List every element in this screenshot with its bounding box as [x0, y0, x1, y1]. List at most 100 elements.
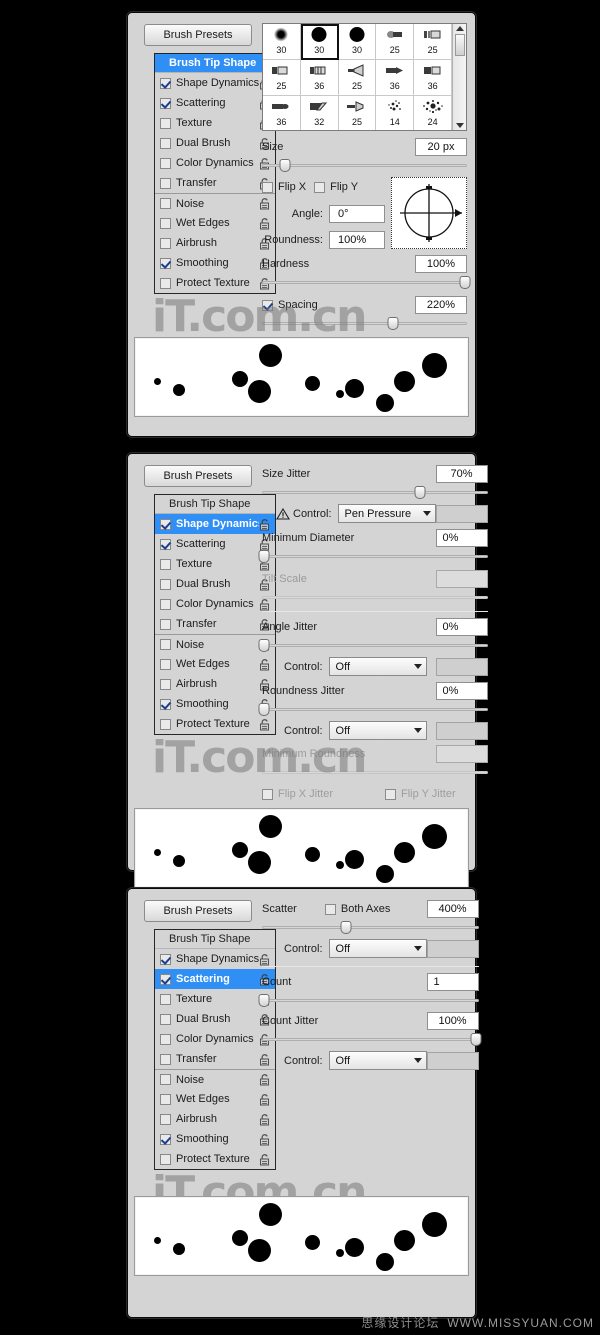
checkbox[interactable] [160, 1013, 171, 1025]
checkbox[interactable] [160, 953, 171, 965]
sidebar-item-protect-texture[interactable]: Protect Texture [155, 1149, 275, 1169]
scroll-down-arrow-icon[interactable] [455, 123, 464, 128]
spacing-slider-knob[interactable] [387, 317, 399, 330]
brush-presets-button[interactable]: Brush Presets [144, 24, 252, 46]
brush-tip-round-blunt-brush-icon[interactable]: 36 [263, 96, 301, 130]
minimum-diameter-value[interactable]: 0% [435, 529, 488, 547]
lock-icon[interactable] [259, 1073, 271, 1086]
brush-tip-flat-angle-brush-icon[interactable]: 25 [263, 60, 301, 96]
brush-presets-button[interactable]: Brush Presets [144, 465, 252, 487]
size-jitter-slider-knob[interactable] [414, 486, 426, 499]
brush-tip-fan-small-brush-icon[interactable]: 25 [339, 96, 377, 130]
roundness-jitter-control-dropdown[interactable]: Off [328, 721, 427, 740]
checkbox[interactable] [160, 1053, 171, 1065]
checkbox[interactable] [160, 678, 171, 690]
roundness-jitter-value[interactable]: 0% [435, 682, 488, 700]
checkbox[interactable] [160, 217, 171, 229]
scatter-value[interactable]: 400% [426, 900, 479, 918]
checkbox[interactable] [160, 97, 171, 109]
brush-tip-bristle-angle-brush-icon[interactable]: 36 [300, 60, 339, 96]
hardness-slider-knob[interactable] [459, 276, 471, 289]
lock-icon[interactable] [259, 1113, 271, 1126]
count-jitter-control-aux[interactable] [426, 1051, 479, 1070]
angle-roundness-dial[interactable] [391, 177, 467, 249]
flip-y-checkbox[interactable] [314, 181, 326, 193]
size-jitter-value[interactable]: 70% [435, 465, 488, 483]
lock-icon[interactable] [259, 1073, 271, 1086]
checkbox[interactable] [160, 1153, 171, 1165]
brush-tip-flat-chisel-brush-icon[interactable]: 32 [301, 96, 339, 130]
checkbox[interactable] [160, 558, 171, 570]
scroll-up-arrow-icon[interactable] [455, 26, 464, 31]
scatter-slider-knob[interactable] [340, 921, 352, 934]
brush-tip-spatter-brush-icon[interactable]: 14 [376, 96, 415, 130]
spacing-checkbox[interactable] [262, 299, 273, 311]
size-value[interactable]: 20 px [415, 138, 467, 156]
angle-jitter-slider[interactable] [258, 639, 488, 652]
spacing-value[interactable]: 220% [415, 296, 467, 314]
brush-tip-fan-brush-icon[interactable]: 25 [338, 60, 377, 96]
checkbox[interactable] [160, 277, 171, 289]
lock-icon[interactable] [259, 1133, 271, 1146]
sidebar-item-smoothing[interactable]: Smoothing [155, 1129, 275, 1149]
angle-jitter-slider-knob[interactable] [258, 639, 270, 652]
checkbox[interactable] [160, 117, 171, 129]
count-jitter-slider[interactable] [262, 1033, 482, 1046]
checkbox[interactable] [160, 77, 171, 89]
brush-tip-flat-blunt-brush-icon[interactable]: 36 [414, 60, 452, 96]
size-jitter-control-aux[interactable] [435, 504, 488, 523]
checkbox[interactable] [160, 157, 171, 169]
brush-tip-scrollbar[interactable] [452, 24, 466, 130]
hardness-value[interactable]: 100% [415, 255, 467, 273]
checkbox[interactable] [160, 578, 171, 590]
lock-icon[interactable] [259, 1153, 271, 1166]
count-jitter-value[interactable]: 100% [426, 1012, 479, 1030]
size-jitter-control-dropdown[interactable]: Pen Pressure [337, 504, 436, 523]
flip-y-jitter-checkbox[interactable] [385, 788, 397, 800]
brush-tip-hard-round-brush-icon[interactable]: 30 [300, 24, 339, 60]
size-slider[interactable] [262, 159, 467, 172]
count-slider[interactable] [258, 994, 479, 1007]
brush-presets-button[interactable]: Brush Presets [144, 900, 252, 922]
count-slider-knob[interactable] [258, 994, 270, 1007]
angle-value[interactable]: 0° [329, 205, 385, 223]
scatter-control-dropdown[interactable]: Off [328, 939, 427, 958]
sidebar-item-wet-edges[interactable]: Wet Edges [155, 1089, 275, 1109]
checkbox[interactable] [160, 718, 171, 730]
checkbox[interactable] [160, 538, 171, 550]
both-axes-checkbox[interactable] [324, 903, 336, 915]
checkbox[interactable] [160, 198, 171, 209]
brush-tip-splatter-brush-icon[interactable]: 24 [414, 96, 452, 130]
brush-tip-soft-round-brush-icon[interactable]: 30 [263, 24, 301, 60]
lock-icon[interactable] [259, 1113, 271, 1126]
roundness-jitter-control-aux[interactable] [435, 721, 488, 740]
size-jitter-slider[interactable] [262, 486, 488, 499]
flip-x-jitter-checkbox[interactable] [262, 788, 273, 800]
angle-jitter-control-aux[interactable] [435, 657, 488, 676]
lock-icon[interactable] [259, 1133, 271, 1146]
checkbox[interactable] [160, 698, 171, 710]
lock-icon[interactable] [259, 1153, 271, 1166]
sidebar-item-airbrush[interactable]: Airbrush [155, 1109, 275, 1129]
brush-tip-hard-round-brush-icon[interactable]: 30 [338, 24, 377, 60]
size-slider-knob[interactable] [279, 159, 291, 172]
angle-jitter-value[interactable]: 0% [435, 618, 488, 636]
scrollbar-thumb[interactable] [454, 34, 465, 56]
count-jitter-control-dropdown[interactable]: Off [328, 1051, 427, 1070]
lock-icon[interactable] [259, 1093, 271, 1106]
checkbox[interactable] [160, 1093, 171, 1105]
brush-tip-flat-tip-brush-icon[interactable]: 25 [376, 24, 415, 60]
lock-icon[interactable] [259, 1093, 271, 1106]
checkbox[interactable] [160, 598, 171, 610]
checkbox[interactable] [160, 518, 171, 530]
angle-jitter-control-dropdown[interactable]: Off [328, 657, 427, 676]
scatter-slider[interactable] [262, 921, 479, 934]
checkbox[interactable] [160, 639, 171, 650]
minimum-diameter-slider[interactable] [258, 550, 488, 563]
brush-tip-round-point-brush-icon[interactable]: 36 [376, 60, 415, 96]
checkbox[interactable] [160, 618, 171, 630]
brush-tip-grid[interactable]: 30 30 30 25 25 25 36 25 36 36 36 32 25 14 24 [263, 24, 452, 130]
checkbox[interactable] [160, 237, 171, 249]
checkbox[interactable] [160, 993, 171, 1005]
checkbox[interactable] [160, 257, 171, 269]
